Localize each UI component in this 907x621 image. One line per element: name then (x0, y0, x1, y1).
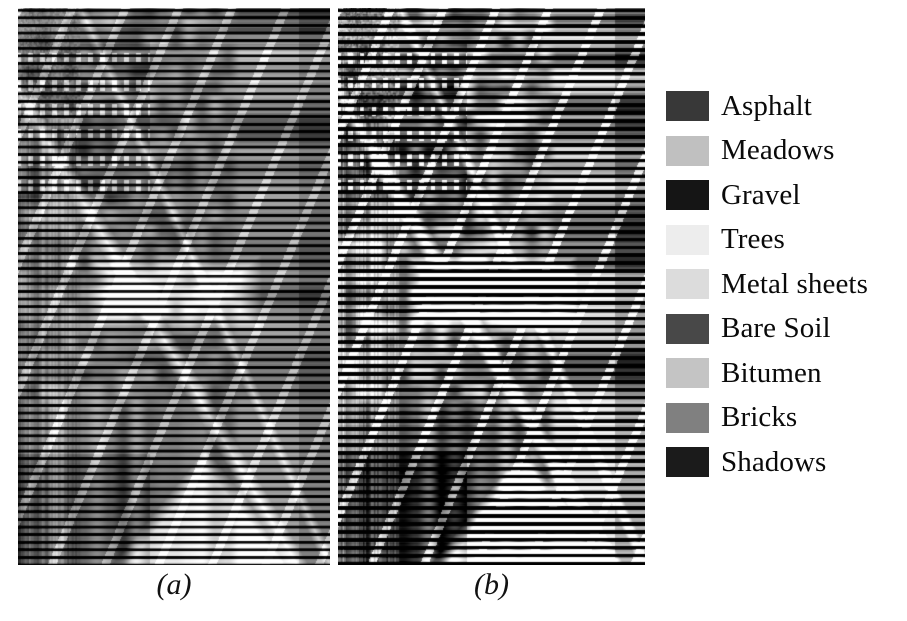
legend-swatch-metal-sheets (666, 269, 709, 300)
class-legend: Asphalt Meadows Gravel Trees Metal sheet… (666, 84, 906, 485)
legend-label-bare-soil: Bare Soil (721, 312, 831, 345)
legend-label-gravel: Gravel (721, 178, 801, 211)
legend-label-trees: Trees (721, 223, 785, 256)
panel-a-canvas (18, 8, 330, 565)
legend-swatch-shadows (666, 447, 709, 478)
legend-swatch-gravel (666, 180, 709, 211)
panel-b-caption: (b) (474, 568, 509, 601)
legend-swatch-bare-soil (666, 313, 709, 344)
legend-swatch-asphalt (666, 91, 709, 122)
legend-item-bitumen: Bitumen (666, 351, 906, 396)
legend-item-asphalt: Asphalt (666, 84, 906, 129)
panel-a-image (18, 8, 330, 565)
legend-item-bare-soil: Bare Soil (666, 307, 906, 352)
legend-label-meadows: Meadows (721, 134, 835, 167)
panel-b-canvas (338, 8, 645, 565)
legend-item-metal-sheets: Metal sheets (666, 262, 906, 307)
legend-swatch-bricks (666, 402, 709, 433)
legend-label-asphalt: Asphalt (721, 89, 812, 122)
legend-item-meadows: Meadows (666, 129, 906, 174)
legend-label-bitumen: Bitumen (721, 356, 822, 389)
legend-item-shadows: Shadows (666, 440, 906, 485)
legend-label-shadows: Shadows (721, 445, 827, 478)
legend-swatch-trees (666, 224, 709, 255)
legend-label-bricks: Bricks (721, 401, 798, 434)
figure-container: (a) (b) Asphalt Meadows Gravel Trees Met… (0, 0, 907, 621)
legend-item-trees: Trees (666, 218, 906, 263)
legend-swatch-meadows (666, 135, 709, 166)
legend-item-gravel: Gravel (666, 173, 906, 218)
legend-swatch-bitumen (666, 358, 709, 389)
panel-a-caption: (a) (156, 568, 192, 601)
legend-label-metal-sheets: Metal sheets (721, 267, 868, 300)
legend-item-bricks: Bricks (666, 396, 906, 441)
panel-b-image (338, 8, 645, 565)
